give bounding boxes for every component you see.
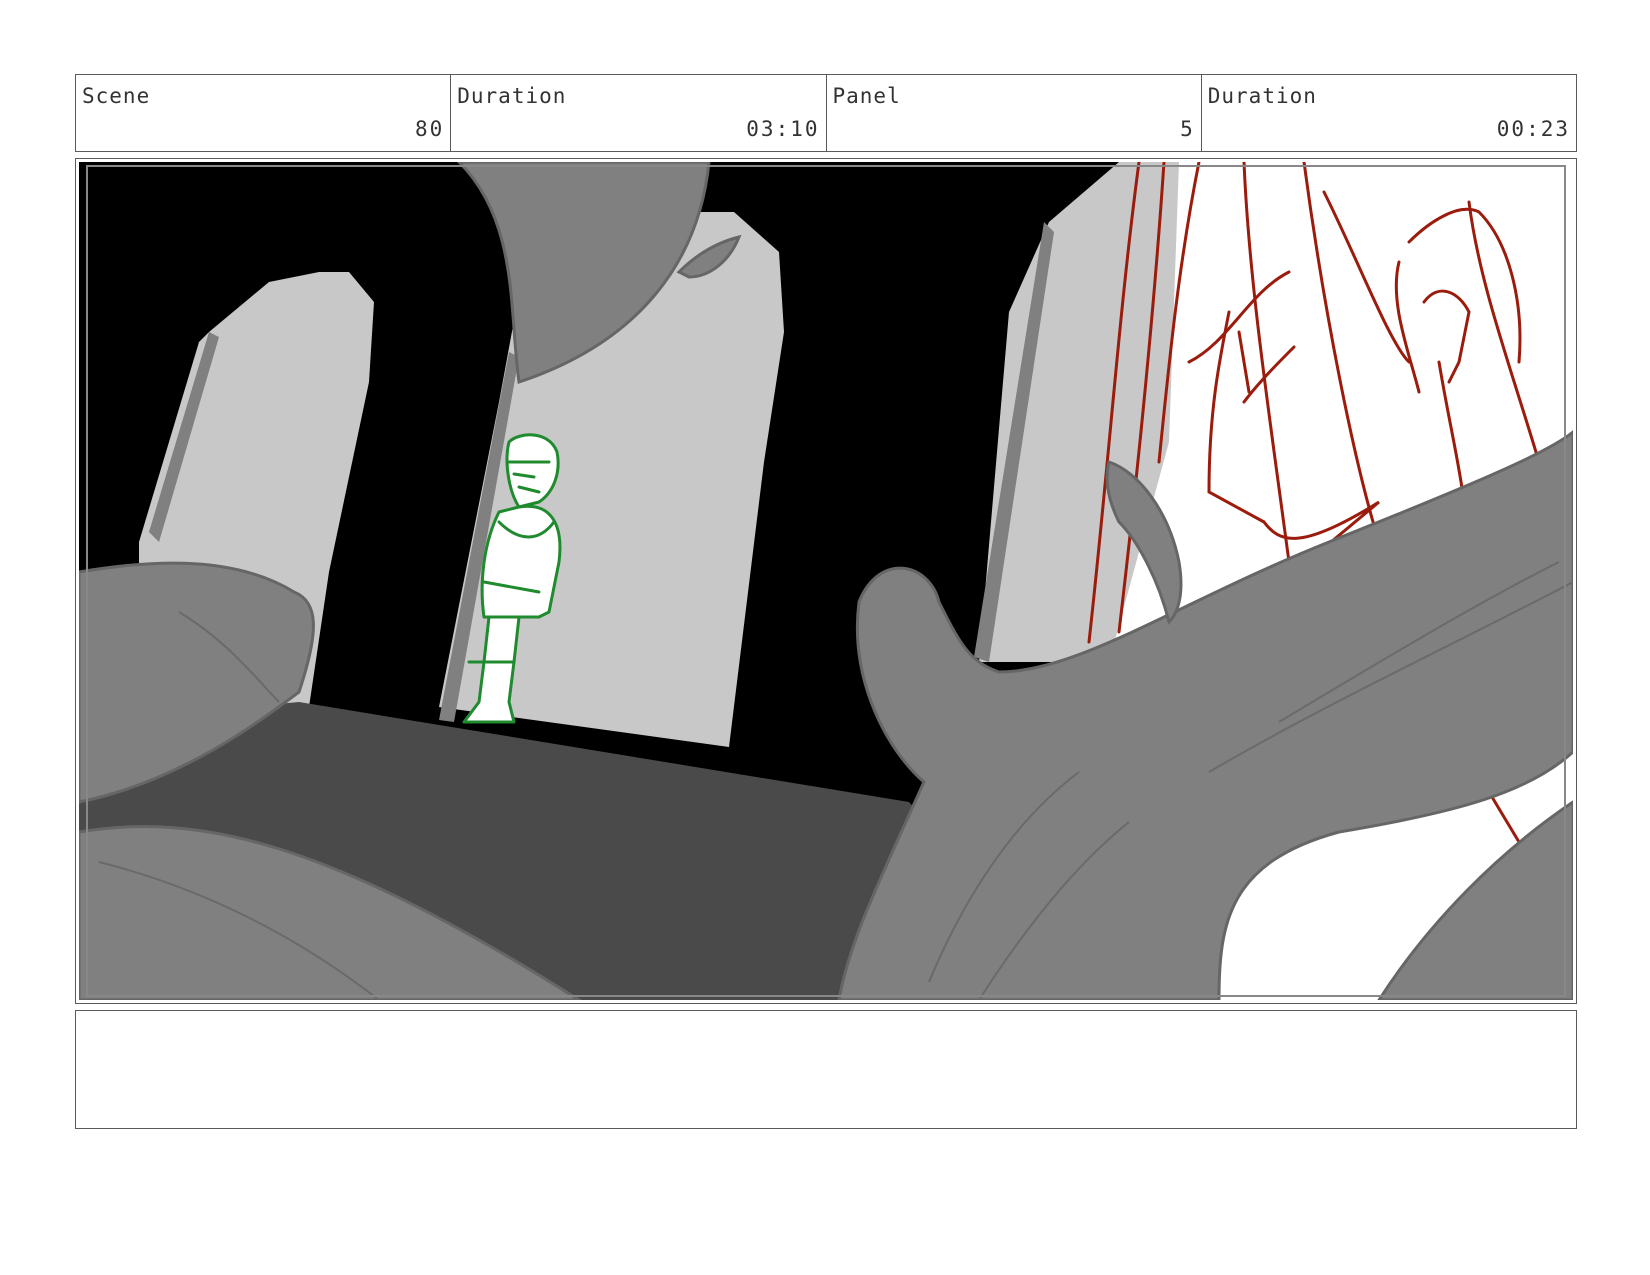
scene-duration-cell: Duration 03:10 <box>451 75 827 151</box>
panel-number: 5 <box>1180 117 1195 141</box>
panel-duration-cell: Duration 00:23 <box>1202 75 1576 151</box>
panel-duration-label: Duration <box>1207 84 1317 108</box>
panel-notes-box[interactable] <box>75 1010 1577 1129</box>
character-body <box>480 504 562 619</box>
scene-cell: Scene 80 <box>76 75 452 151</box>
scene-duration-value: 03:10 <box>746 117 820 141</box>
storyboard-header: Scene 80 Duration 03:10 Panel 5 Duration… <box>75 74 1577 152</box>
scene-number: 80 <box>414 117 445 141</box>
storyboard-panel-frame <box>75 158 1577 1004</box>
scene-duration-label: Duration <box>457 84 567 108</box>
panel-label: Panel <box>832 84 901 108</box>
panel-duration-value: 00:23 <box>1496 117 1570 141</box>
storyboard-drawing <box>79 162 1573 1000</box>
scene-label: Scene <box>82 84 151 108</box>
panel-cell: Panel 5 <box>827 75 1202 151</box>
